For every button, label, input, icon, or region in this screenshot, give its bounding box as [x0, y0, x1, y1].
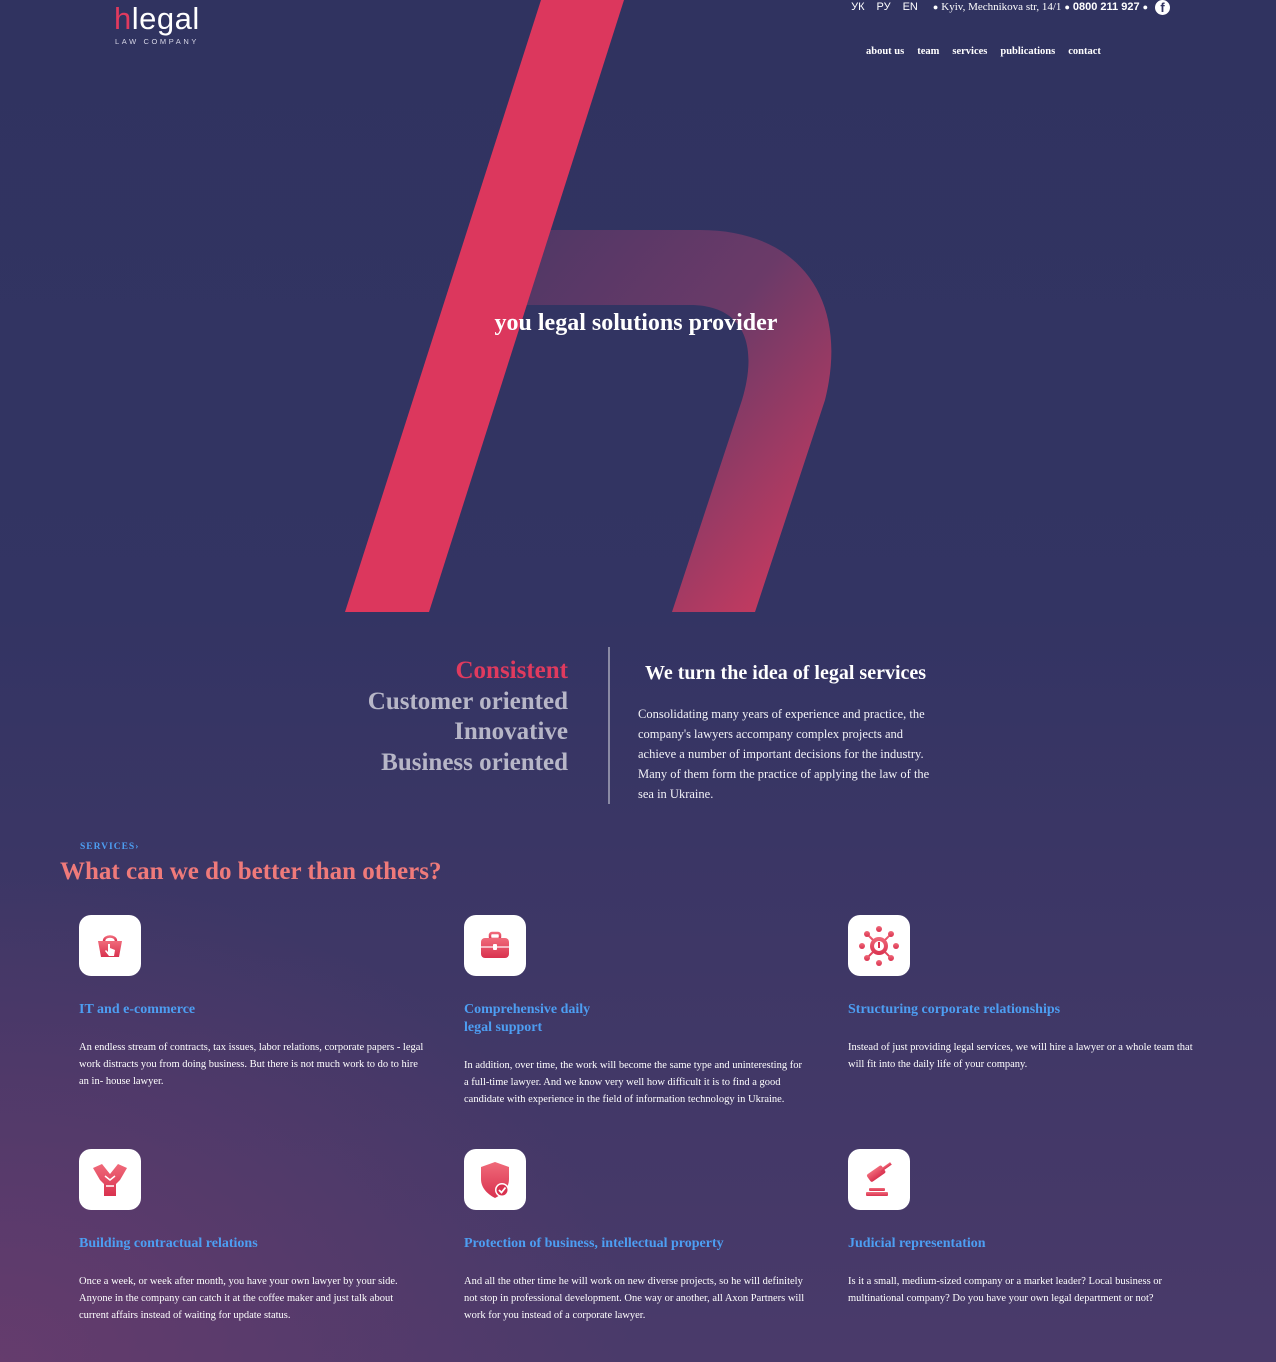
shield-check-icon — [481, 1161, 509, 1198]
separator-dot-icon: ● — [1064, 2, 1070, 12]
company-logo[interactable]: hlegal LAW COMPANY — [114, 2, 200, 47]
shopping-basket-icon — [98, 934, 122, 957]
service-icon-tile — [464, 1149, 526, 1210]
values-list: Consistent Customer oriented Innovative … — [368, 656, 568, 778]
service-icon-tile — [464, 915, 526, 976]
service-card-text: Instead of just providing legal services… — [848, 1042, 1193, 1071]
service-card-text: Once a week, or week after month, you ha… — [79, 1276, 398, 1322]
service-card-title: Protection of business, intellectual pro… — [464, 1236, 724, 1251]
service-card-business-protection[interactable]: Protection of business, intellectual pro… — [464, 1149, 809, 1325]
service-card-text: An endless stream of contracts, tax issu… — [79, 1042, 424, 1088]
nav-team[interactable]: team — [917, 46, 939, 57]
logo-mark: h — [114, 1, 132, 36]
nav-about-us[interactable]: about us — [866, 46, 904, 57]
value-item-customer-oriented: Customer oriented — [367, 687, 568, 715]
lang-ru[interactable]: РУ — [876, 1, 890, 13]
briefcase-icon — [481, 931, 509, 958]
separator-dot-icon: ● — [932, 2, 939, 12]
service-card-title: Building contractual relations — [79, 1236, 258, 1251]
services-section-title: What can we do better than others? — [60, 858, 442, 885]
nav-contact[interactable]: contact — [1068, 46, 1101, 57]
service-card-title: Comprehensive daily legal support — [464, 1001, 809, 1037]
value-item-consistent: Consistent — [455, 657, 568, 684]
value-item-innovative: Innovative — [454, 718, 568, 745]
service-card-text: And all the other time he will work on n… — [464, 1276, 805, 1322]
service-card-title-line2: legal support — [464, 1020, 543, 1035]
about-text: Consolidating many years of experience a… — [638, 707, 930, 801]
value-item-business-oriented: Business oriented — [381, 748, 568, 776]
service-icon-tile — [848, 915, 910, 976]
hero-tagline: you legal solutions provider — [494, 310, 778, 336]
service-card-title: Structuring corporate relationships — [848, 1002, 1061, 1017]
service-card-title-line1: Comprehensive daily — [464, 1002, 591, 1017]
facebook-icon[interactable]: f — [1155, 0, 1170, 15]
service-card-text: In addition, over time, the work will be… — [464, 1060, 802, 1106]
chevron-right-icon: › — [135, 842, 140, 852]
service-card-judicial-representation[interactable]: Judicial representation Is it a small, m… — [848, 1149, 1193, 1307]
lang-en[interactable]: EN — [903, 1, 918, 13]
service-card-contractual-relations[interactable]: Building contractual relations Once a we… — [79, 1149, 424, 1325]
gavel-icon — [866, 1161, 892, 1196]
logo-subtitle: LAW COMPANY — [115, 37, 200, 46]
service-card-text: Is it a small, medium-sized company or a… — [848, 1276, 1163, 1305]
top-contact-bar: УК РУ EN ● Kyiv, Mechnikova str, 14/1 ● … — [851, 0, 1170, 15]
service-card-title: IT and e-commerce — [79, 1002, 196, 1017]
services-kicker-label: SERVICES — [80, 842, 136, 852]
separator-dot-icon: ● — [1142, 2, 1148, 12]
service-icon-tile — [848, 1149, 910, 1210]
service-icon-tile — [79, 915, 141, 976]
service-card-daily-support[interactable]: Comprehensive daily legal support In addi… — [464, 915, 809, 1109]
about-title: We turn the idea of legal services — [645, 662, 927, 684]
lang-uk[interactable]: УК — [851, 1, 864, 13]
service-card-it-ecommerce[interactable]: IT and e-commerce An endless stream of c… — [79, 915, 424, 1091]
phone-link[interactable]: 0800 211 927 — [1073, 1, 1140, 13]
services-kicker-link[interactable]: SERVICES› — [80, 842, 139, 852]
vertical-divider — [608, 647, 610, 804]
main-navigation: about us team services publications cont… — [866, 46, 1101, 57]
service-card-corporate-relationships[interactable]: Structuring corporate relationships Inst… — [848, 915, 1193, 1073]
service-icon-tile — [79, 1149, 141, 1210]
handshake-icon — [93, 1163, 127, 1196]
address-text: Kyiv, Mechnikova str, 14/1 — [941, 1, 1062, 13]
network-icon — [859, 925, 899, 966]
nav-publications[interactable]: publications — [1000, 46, 1055, 57]
logo-word: legal — [131, 1, 200, 36]
service-card-title: Judicial representation — [848, 1236, 986, 1251]
logo-wordmark: hlegal — [114, 2, 200, 36]
nav-services[interactable]: services — [952, 46, 987, 57]
